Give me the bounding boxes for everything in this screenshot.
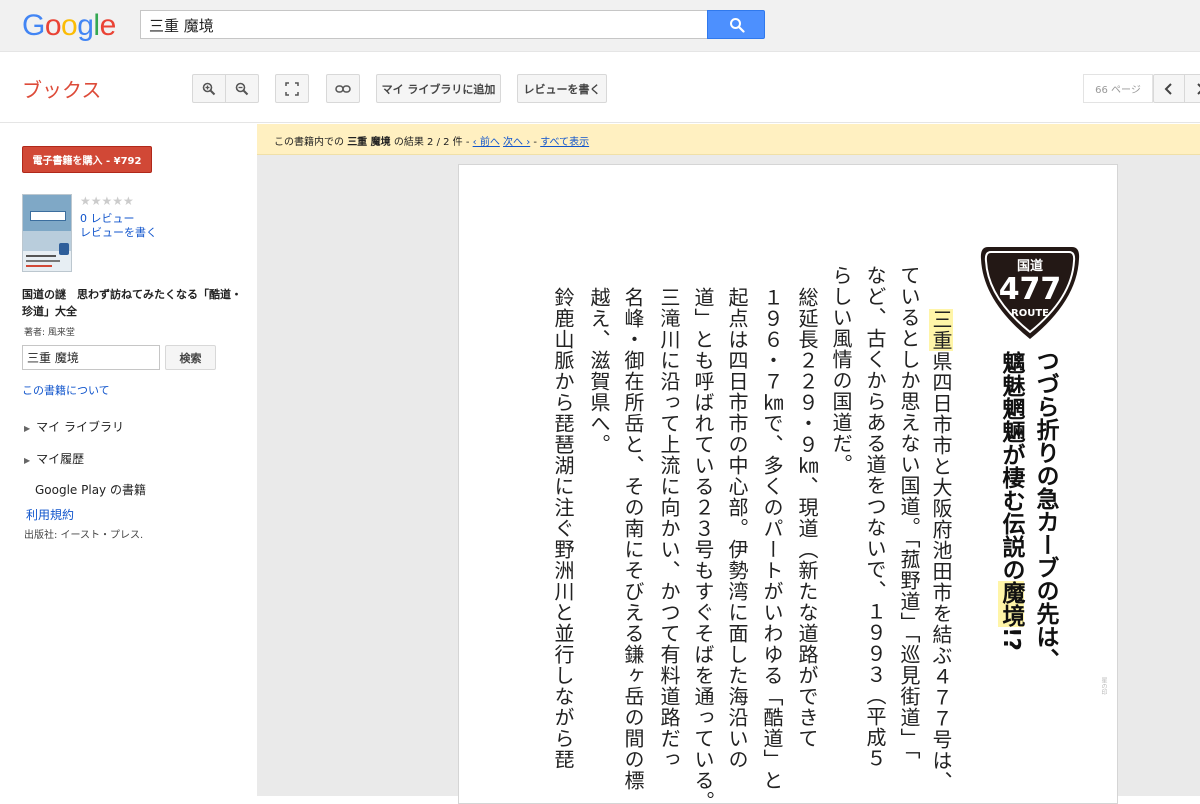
body-column-11: 越え、滋賀県へ。: [587, 287, 611, 455]
about-book-link[interactable]: この書籍について: [22, 382, 110, 398]
search-button[interactable]: [707, 10, 765, 39]
fullscreen-icon: [285, 81, 299, 96]
sign-number-text: 477: [999, 272, 1062, 307]
show-all-link[interactable]: すべて表示: [540, 137, 589, 148]
sidebar-item-my-library[interactable]: ▶ マイ ライブラリ: [24, 418, 124, 435]
publisher: 出版社: イースト・プレス.: [24, 530, 144, 541]
rating-stars: ★★★★★: [80, 194, 134, 208]
body-column-10: 名峰・御在所岳と、その南にそびえる鎌ヶ岳の間の標: [621, 287, 645, 791]
sidebar-item-label: マイ履歴: [36, 452, 85, 466]
query-highlight: 三重: [929, 309, 953, 351]
next-result-link[interactable]: 次へ ›: [503, 137, 530, 148]
body-column-8: 道」とも呼ばれている２３号もすぐそばを通っている。: [691, 287, 715, 804]
sidebar-item-my-history[interactable]: ▶ マイ履歴: [24, 450, 84, 467]
book-page[interactable]: 国道 477 ROUTE つづら折りの急カーブの先は、 魑魅魍魎が棲む伝説の魔境…: [458, 164, 1118, 804]
next-page-button[interactable]: [1184, 74, 1200, 103]
body-column-5: 総延長２２９・９㎞、現道（新たな道路ができて: [795, 287, 819, 749]
book-author: 著者: 風来堂: [24, 328, 75, 338]
page-count: 66 ページ: [1083, 74, 1153, 103]
headline-line-1: つづら折りの急カーブの先は、: [1032, 349, 1058, 671]
body-column-1: 三重県四日市市と大阪府池田市を結ぶ４７７号は、: [925, 309, 957, 792]
logo-letter: G: [22, 9, 45, 42]
logo-letter: e: [99, 9, 117, 42]
page-marginal-note: 星の印: [1100, 677, 1107, 695]
logo-letter: o: [44, 9, 62, 42]
logo-letter: o: [61, 9, 78, 42]
separator: -: [533, 137, 538, 148]
body-column-3: など、古くからある道をつないで、１９９３（平成５: [863, 265, 887, 769]
prev-result-link[interactable]: ‹ 前へ: [473, 137, 500, 148]
link-icon: [335, 84, 351, 93]
chevron-right-icon: [1197, 82, 1200, 95]
headline-2-text: 魑魅魍魎が棲む伝説の: [998, 351, 1024, 581]
in-book-search-input[interactable]: 三重 魔境: [22, 345, 160, 370]
triangle-right-icon: ▶: [24, 424, 31, 433]
sidebar-item-google-play[interactable]: Google Play の書籍: [35, 481, 146, 498]
google-logo[interactable]: Google: [22, 9, 116, 43]
result-count: の結果 2 / 2 件: [393, 137, 463, 148]
book-viewer: この書籍内での 三重 魔境 の結果 2 / 2 件 - ‹ 前へ 次へ › - …: [257, 124, 1200, 804]
sidebar-write-review-link[interactable]: レビューを書く: [80, 224, 157, 240]
headline-line-2: 魑魅魍魎が棲む伝説の魔境!?: [997, 351, 1025, 651]
in-book-search-button[interactable]: 検索: [165, 345, 216, 370]
books-title[interactable]: ブックス: [22, 74, 101, 103]
sidebar-item-label: マイ ライブラリ: [36, 420, 124, 434]
buy-ebook-button[interactable]: 電子書籍を購入 - ¥792: [22, 146, 152, 173]
fullscreen-button[interactable]: [275, 74, 309, 103]
search-icon: [730, 18, 745, 33]
body-column-6: １９６・７㎞で、多くのパートがいわゆる「酷道」と: [760, 287, 784, 791]
zoom-out-icon: [235, 82, 249, 95]
result-prefix: この書籍内での: [274, 137, 344, 148]
body-column-2: ているとしか思えない国道。「菰野道」「巡見街道」「: [897, 265, 921, 760]
headline-2-end: !?: [998, 627, 1024, 651]
search-input[interactable]: 三重 魔境: [140, 10, 708, 39]
link-button[interactable]: [326, 74, 360, 103]
logo-letter: g: [77, 9, 94, 42]
books-toolbar: ブックス マイ ライブラリに追加 レビューを書く 66 ページ: [0, 53, 1200, 123]
book-title: 国道の謎 思わず訪ねてみたくなる「酷道・珍道」大全: [22, 288, 242, 318]
chevron-left-icon: [1164, 82, 1172, 95]
zoom-in-icon: [202, 82, 216, 95]
headline-highlight: 魔境: [998, 581, 1024, 627]
sidebar: 電子書籍を購入 - ¥792 ★★★★★ 0 レビュー レビューを書く 国道の謎…: [0, 124, 257, 796]
write-review-button[interactable]: レビューを書く: [517, 74, 607, 103]
column-text: 県四日市市と大阪府池田市を結ぶ４７７号は、: [929, 351, 953, 792]
body-column-7: 起点は四日市市の中心部。伊勢湾に面した海沿いの: [725, 287, 749, 770]
search-result-bar: この書籍内での 三重 魔境 の結果 2 / 2 件 - ‹ 前へ 次へ › - …: [257, 124, 1200, 155]
body-column-4: らしい風情の国道だ。: [829, 265, 853, 475]
zoom-in-button[interactable]: [192, 74, 226, 103]
sign-bottom-text: ROUTE: [1011, 308, 1049, 319]
body-column-9: 三滝川に沿って上流に向かい、かつて有料道路だっ: [657, 287, 681, 770]
terms-link[interactable]: 利用規約: [26, 506, 74, 523]
route-477-sign: 国道 477 ROUTE: [980, 247, 1080, 339]
add-to-library-button[interactable]: マイ ライブラリに追加: [376, 74, 501, 103]
google-header: Google 三重 魔境: [0, 0, 1200, 52]
body-column-12: 鈴鹿山脈から琵琶湖に注ぐ野洲川と並行しながら琵: [551, 287, 575, 770]
separator: -: [465, 137, 470, 148]
zoom-out-button[interactable]: [225, 74, 259, 103]
book-cover[interactable]: [22, 194, 72, 272]
prev-page-button[interactable]: [1153, 74, 1185, 103]
triangle-right-icon: ▶: [24, 456, 31, 465]
result-query: 三重 魔境: [347, 137, 391, 148]
